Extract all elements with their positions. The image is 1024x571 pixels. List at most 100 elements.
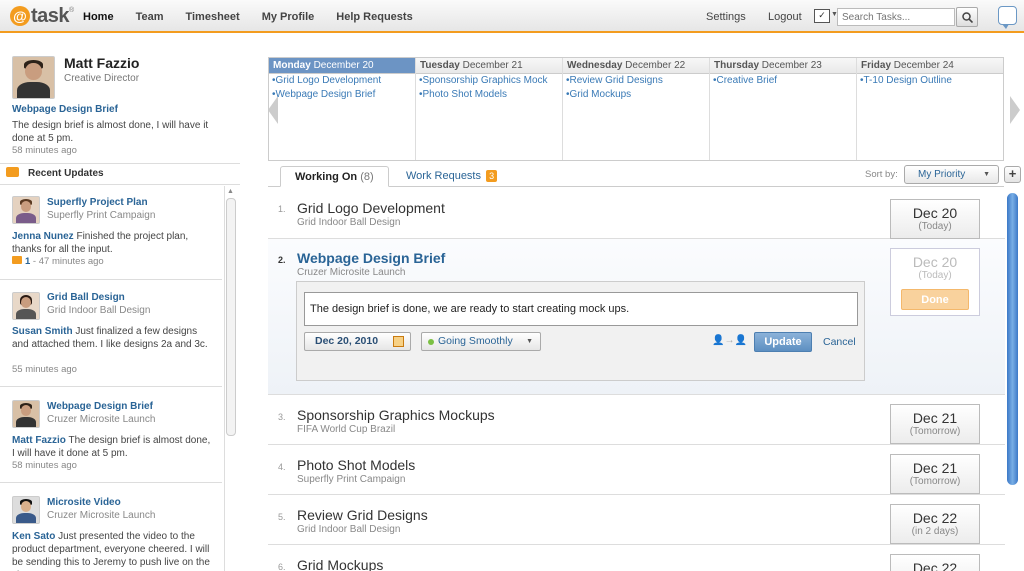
task-row[interactable]: 3. Sponsorship Graphics Mockups FIFA Wor… bbox=[268, 395, 1005, 445]
calendar-day-header[interactable]: Monday December 20 bbox=[269, 58, 415, 74]
feed-task-link[interactable]: Microsite Video bbox=[47, 497, 121, 508]
calendar-day-header[interactable]: Wednesday December 22 bbox=[563, 58, 709, 74]
condition-select[interactable]: Going Smoothly ▼ bbox=[421, 332, 541, 351]
cancel-link[interactable]: Cancel bbox=[823, 336, 856, 348]
task-number: 4. bbox=[278, 462, 286, 472]
task-due-date[interactable]: Dec 21 (Tomorrow) bbox=[890, 404, 980, 444]
feed-project: Superfly Print Campaign bbox=[47, 210, 156, 221]
task-list-scrollbar[interactable] bbox=[1007, 193, 1019, 571]
avatar[interactable] bbox=[12, 400, 40, 428]
task-number: 3. bbox=[278, 412, 286, 422]
date-value: Dec 20 bbox=[912, 205, 958, 221]
task-row[interactable]: 6. Grid Mockups Dec 22 bbox=[268, 545, 1005, 571]
comment-icon[interactable] bbox=[12, 256, 22, 264]
calendar-task-link[interactable]: •Webpage Design Brief bbox=[269, 88, 415, 102]
feed-task-link[interactable]: Webpage Design Brief bbox=[47, 401, 153, 412]
calendar-day-header[interactable]: Thursday December 23 bbox=[710, 58, 856, 74]
recent-updates-scrollbar[interactable]: ▲ bbox=[224, 186, 236, 571]
feed-author-link[interactable]: Ken Sato bbox=[12, 531, 55, 542]
tab-working-on[interactable]: Working On (8) bbox=[280, 166, 389, 187]
week-calendar: Monday December 20 •Grid Logo Developmen… bbox=[268, 57, 1004, 161]
search-button[interactable] bbox=[956, 7, 978, 27]
calendar-day-friday: Friday December 24 •T-10 Design Outline bbox=[857, 58, 1003, 160]
feed-time: 58 minutes ago bbox=[12, 460, 77, 471]
recent-updates-title: Recent Updates bbox=[28, 168, 104, 179]
add-task-button[interactable]: + bbox=[1004, 166, 1021, 183]
feed-project: Cruzer Microsite Launch bbox=[47, 510, 156, 521]
chevron-down-icon: ▼ bbox=[983, 171, 990, 178]
avatar[interactable] bbox=[12, 196, 40, 224]
tab-work-requests[interactable]: Work Requests 3 bbox=[392, 166, 511, 187]
task-checklist-icon[interactable]: ✓ bbox=[814, 9, 830, 23]
task-project: FIFA World Cup Brazil bbox=[297, 424, 396, 435]
task-due-date[interactable]: Dec 22 (in 2 days) bbox=[890, 504, 980, 544]
task-name[interactable]: Grid Mockups bbox=[297, 557, 383, 571]
chevron-down-icon: ▼ bbox=[526, 338, 533, 345]
done-button[interactable]: Done bbox=[901, 289, 969, 310]
calendar-task-link[interactable]: •Grid Mockups bbox=[563, 88, 709, 102]
calendar-task-link[interactable]: •T-10 Design Outline bbox=[857, 74, 1003, 88]
search-input[interactable] bbox=[837, 8, 955, 26]
due-date-picker[interactable]: Dec 20, 2010 bbox=[304, 332, 411, 351]
scroll-up-icon[interactable]: ▲ bbox=[227, 188, 234, 195]
scrollbar-thumb[interactable] bbox=[1007, 193, 1018, 485]
task-row[interactable]: 4. Photo Shot Models Superfly Print Camp… bbox=[268, 445, 1005, 495]
feed-task-link[interactable]: Superfly Project Plan bbox=[47, 197, 148, 208]
calendar-day-monday: Monday December 20 •Grid Logo Developmen… bbox=[269, 58, 416, 160]
calendar-day-header[interactable]: Tuesday December 21 bbox=[416, 58, 562, 74]
calendar-task-link[interactable]: •Review Grid Designs bbox=[563, 74, 709, 88]
profile-avatar[interactable] bbox=[12, 56, 55, 99]
task-row[interactable]: 5. Review Grid Designs Grid Indoor Ball … bbox=[268, 495, 1005, 545]
task-due-date[interactable]: Dec 21 (Tomorrow) bbox=[890, 454, 980, 494]
calendar-task-link[interactable]: •Photo Shot Models bbox=[416, 88, 562, 102]
feed-author-link[interactable]: Matt Fazzio bbox=[12, 435, 66, 446]
app-logo[interactable]: @ task ® bbox=[10, 5, 74, 27]
nav-home[interactable]: Home bbox=[72, 0, 125, 33]
date-value: Dec 22 bbox=[912, 560, 958, 571]
calendar-day-header[interactable]: Friday December 24 bbox=[857, 58, 1003, 74]
profile-latest-message: The design brief is almost done, I will … bbox=[12, 120, 209, 144]
date-value: Dec 22 bbox=[912, 510, 958, 526]
task-name[interactable]: Webpage Design Brief bbox=[297, 250, 445, 266]
reassign-icon[interactable]: 👤→👤 bbox=[712, 335, 747, 346]
settings-link[interactable]: Settings bbox=[706, 0, 746, 33]
top-bar: @ task ® Home Team Timesheet My Profile … bbox=[0, 0, 1024, 33]
task-name[interactable]: Sponsorship Graphics Mockups bbox=[297, 407, 495, 423]
task-due-date[interactable]: Dec 20 (Today) bbox=[890, 199, 980, 239]
tab-label: Working On bbox=[295, 171, 358, 183]
task-name[interactable]: Review Grid Designs bbox=[297, 507, 428, 523]
sort-select[interactable]: My Priority ▼ bbox=[904, 165, 999, 184]
avatar[interactable] bbox=[12, 496, 40, 524]
calendar-task-link[interactable]: •Sponsorship Graphics Mock bbox=[416, 74, 562, 88]
nav-timesheet[interactable]: Timesheet bbox=[174, 0, 250, 33]
calendar-icon[interactable] bbox=[393, 336, 404, 347]
feed-task-link[interactable]: Grid Ball Design bbox=[47, 292, 125, 303]
feed-author-link[interactable]: Jenna Nunez bbox=[12, 231, 74, 242]
update-note-input[interactable] bbox=[304, 292, 858, 326]
task-project: Cruzer Microsite Launch bbox=[297, 267, 406, 278]
task-due-date[interactable]: Dec 22 bbox=[890, 554, 980, 571]
nav-my-profile[interactable]: My Profile bbox=[251, 0, 326, 33]
task-name[interactable]: Grid Logo Development bbox=[297, 200, 445, 216]
nav-team[interactable]: Team bbox=[125, 0, 175, 33]
logout-link[interactable]: Logout bbox=[768, 0, 802, 33]
feed-author-link[interactable]: Susan Smith bbox=[12, 326, 73, 337]
task-row[interactable]: 1. Grid Logo Development Grid Indoor Bal… bbox=[268, 187, 1005, 239]
profile-latest-task-link[interactable]: Webpage Design Brief bbox=[12, 104, 118, 115]
profile-latest-time: 58 minutes ago bbox=[12, 145, 77, 156]
calendar-next-arrow-icon[interactable] bbox=[1010, 96, 1020, 124]
date-relative: (Tomorrow) bbox=[909, 426, 961, 437]
chat-bubble-icon[interactable] bbox=[998, 6, 1017, 29]
feed-project: Cruzer Microsite Launch bbox=[47, 414, 156, 425]
avatar[interactable] bbox=[12, 292, 40, 320]
update-button[interactable]: Update bbox=[754, 332, 812, 352]
calendar-task-link[interactable]: •Creative Brief bbox=[710, 74, 856, 88]
calendar-day-thursday: Thursday December 23 •Creative Brief bbox=[710, 58, 857, 160]
date-relative: (in 2 days) bbox=[911, 526, 959, 537]
feed-text: Matt Fazzio The design brief is almost d… bbox=[12, 434, 212, 460]
task-name[interactable]: Photo Shot Models bbox=[297, 457, 415, 473]
calendar-task-link[interactable]: •Grid Logo Development bbox=[269, 74, 415, 88]
date-value: Dec 21 bbox=[912, 410, 958, 426]
nav-help-requests[interactable]: Help Requests bbox=[325, 0, 423, 33]
scrollbar-thumb[interactable] bbox=[226, 198, 236, 436]
